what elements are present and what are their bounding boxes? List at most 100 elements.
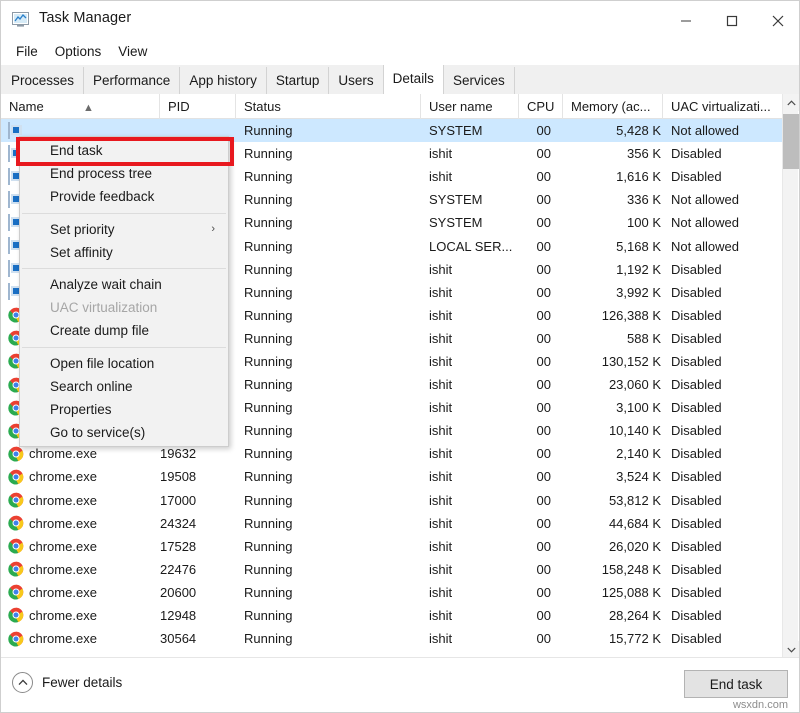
process-uac-virtualization: Disabled [671,493,722,508]
process-cpu: 00 [525,354,551,369]
process-uac-virtualization: Disabled [671,423,722,438]
tab-users[interactable]: Users [329,67,383,94]
process-uac-virtualization: Not allowed [671,215,739,230]
context-menu-item-set-priority[interactable]: Set priority› [20,218,228,241]
process-status: Running [244,539,292,554]
process-status: Running [244,239,292,254]
column-header-cpu[interactable]: CPU [519,94,563,119]
process-memory: 158,248 K [561,562,661,577]
table-row[interactable]: chrome.exe12948Runningishit0028,264 KDis… [1,604,784,627]
tab-app-history[interactable]: App history [180,67,267,94]
tab-details[interactable]: Details [383,65,444,94]
process-memory: 336 K [561,192,661,207]
process-memory: 1,616 K [561,169,661,184]
process-cpu: 00 [525,146,551,161]
process-user-name: ishit [429,262,452,277]
context-menu-item-analyze-wait-chain[interactable]: Analyze wait chain [20,273,228,296]
context-menu-item-create-dump-file[interactable]: Create dump file [20,319,228,342]
process-cpu: 00 [525,377,551,392]
process-user-name: SYSTEM [429,192,482,207]
column-header-name[interactable]: Name ▲ [1,94,160,119]
process-uac-virtualization: Not allowed [671,239,739,254]
context-menu-item-open-file-location[interactable]: Open file location [20,352,228,375]
process-cpu: 00 [525,446,551,461]
column-header-uac-virtualization[interactable]: UAC virtualizati... [663,94,784,119]
chevron-up-circle-icon [12,672,33,693]
process-name: chrome.exe [29,446,97,461]
context-menu-item-end-task[interactable]: End task [20,139,228,162]
end-task-button[interactable]: End task [684,670,788,698]
chrome-icon [8,492,24,508]
context-menu-item-end-process-tree[interactable]: End process tree [20,162,228,185]
process-cpu: 00 [525,608,551,623]
close-button[interactable] [755,1,800,41]
process-uac-virtualization: Disabled [671,354,722,369]
table-row[interactable]: chrome.exe17528Runningishit0026,020 KDis… [1,535,784,558]
context-menu-item-set-affinity[interactable]: Set affinity [20,241,228,264]
table-row[interactable]: chrome.exe17000Runningishit0053,812 KDis… [1,489,784,512]
process-uac-virtualization: Disabled [671,608,722,623]
column-header-status[interactable]: Status [236,94,421,119]
process-user-name: ishit [429,608,452,623]
process-cpu: 00 [525,585,551,600]
table-row[interactable]: chrome.exe20600Runningishit00125,088 KDi… [1,581,784,604]
process-uac-virtualization: Disabled [671,400,722,415]
process-uac-virtualization: Disabled [671,562,722,577]
column-header-memory[interactable]: Memory (ac... [563,94,663,119]
context-menu-item-properties[interactable]: Properties [20,398,228,421]
process-user-name: LOCAL SER... [429,239,512,254]
vertical-scrollbar[interactable] [782,94,798,658]
context-menu-item-label: Create dump file [50,323,149,338]
menu-item-view[interactable]: View [110,42,156,61]
scroll-down-button[interactable] [783,641,799,658]
process-cpu: 00 [525,539,551,554]
process-user-name: ishit [429,400,452,415]
context-menu-item-label: End process tree [50,166,152,181]
table-row[interactable]: chrome.exe22476Runningishit00158,248 KDi… [1,558,784,581]
process-status: Running [244,608,292,623]
process-memory: 3,524 K [561,469,661,484]
bottom-bar: Fewer details End task wsxdn.com [1,657,800,712]
tab-processes[interactable]: Processes [2,67,84,94]
tab-services[interactable]: Services [444,67,515,94]
process-memory: 53,812 K [561,493,661,508]
context-menu-item-provide-feedback[interactable]: Provide feedback [20,185,228,208]
context-menu-item-label: Provide feedback [50,189,154,204]
title-bar: Task Manager [1,1,800,41]
table-row[interactable]: chrome.exe30564Runningishit0015,772 KDis… [1,627,784,650]
chrome-icon [8,631,24,647]
process-cpu: 00 [525,169,551,184]
process-memory: 100 K [561,215,661,230]
process-cpu: 00 [525,423,551,438]
menu-item-file[interactable]: File [8,42,47,61]
tab-startup[interactable]: Startup [267,67,330,94]
context-menu-item-go-to-service-s[interactable]: Go to service(s) [20,421,228,444]
fewer-details-button[interactable]: Fewer details [12,672,122,693]
process-uac-virtualization: Disabled [671,516,722,531]
context-menu-item-label: Analyze wait chain [50,277,162,292]
menu-bar: File Options View [1,39,800,63]
table-row[interactable]: chrome.exe19508Runningishit003,524 KDisa… [1,465,784,488]
process-status: Running [244,585,292,600]
maximize-button[interactable] [709,1,755,41]
column-header-pid[interactable]: PID [160,94,236,119]
process-cpu: 00 [525,493,551,508]
context-menu-item-label: UAC virtualization [50,300,157,315]
context-menu[interactable]: End task End process tree Provide feedback… [19,136,229,447]
context-menu-item-label: Open file location [50,356,154,371]
process-status: Running [244,423,292,438]
process-cpu: 00 [525,631,551,646]
scrollbar-thumb[interactable] [783,114,799,169]
process-memory: 1,192 K [561,262,661,277]
column-header-user-name[interactable]: User name [421,94,519,119]
table-row[interactable]: chrome.exe24324Runningishit0044,684 KDis… [1,512,784,535]
context-menu-item-search-online[interactable]: Search online [20,375,228,398]
minimize-button[interactable] [663,1,709,41]
menu-item-options[interactable]: Options [47,42,111,61]
process-memory: 130,152 K [561,354,661,369]
tab-performance[interactable]: Performance [84,67,180,94]
process-cpu: 00 [525,308,551,323]
process-cpu: 00 [525,285,551,300]
process-status: Running [244,516,292,531]
scroll-up-button[interactable] [783,94,799,111]
